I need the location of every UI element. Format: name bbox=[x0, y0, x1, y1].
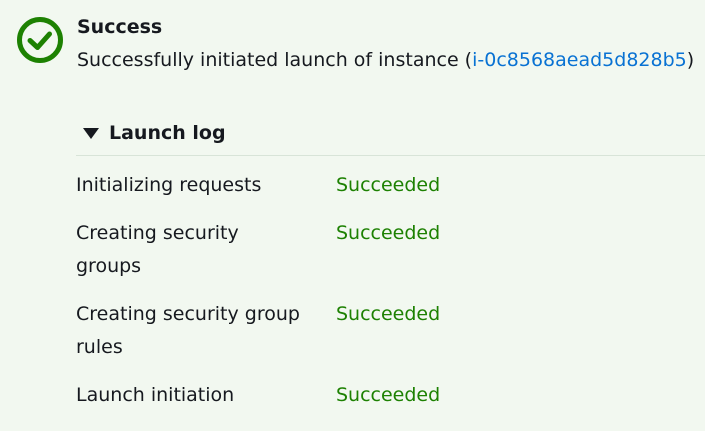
instance-id-link[interactable]: i-0c8568aead5d828b5 bbox=[472, 49, 687, 71]
log-row: Launch initiation Succeeded bbox=[76, 379, 676, 412]
alert-title: Success bbox=[77, 16, 163, 38]
step-name: Creating security groups bbox=[76, 222, 239, 277]
step-status: Succeeded bbox=[336, 174, 441, 196]
caret-down-icon bbox=[83, 127, 99, 139]
log-row: Creating security group rules Succeeded bbox=[76, 298, 676, 364]
step-status: Succeeded bbox=[336, 222, 441, 244]
step-status: Succeeded bbox=[336, 384, 441, 406]
step-status: Succeeded bbox=[336, 303, 441, 325]
success-check-circle-icon bbox=[17, 17, 63, 63]
launch-log-list: Initializing requests Succeeded Creating… bbox=[76, 169, 676, 427]
alert-message: Successfully initiated launch of instanc… bbox=[77, 47, 694, 73]
launch-log-label: Launch log bbox=[109, 122, 226, 144]
log-row: Initializing requests Succeeded bbox=[76, 169, 676, 202]
alert-message-prefix: Successfully initiated launch of instanc… bbox=[77, 49, 473, 71]
alert-message-suffix: ) bbox=[686, 49, 695, 71]
step-name: Launch initiation bbox=[76, 384, 235, 406]
step-name: Creating security group rules bbox=[76, 303, 300, 358]
log-row: Creating security groups Succeeded bbox=[76, 217, 676, 283]
launch-log-toggle[interactable]: Launch log bbox=[76, 115, 226, 151]
divider bbox=[76, 155, 705, 156]
step-name: Initializing requests bbox=[76, 174, 262, 196]
